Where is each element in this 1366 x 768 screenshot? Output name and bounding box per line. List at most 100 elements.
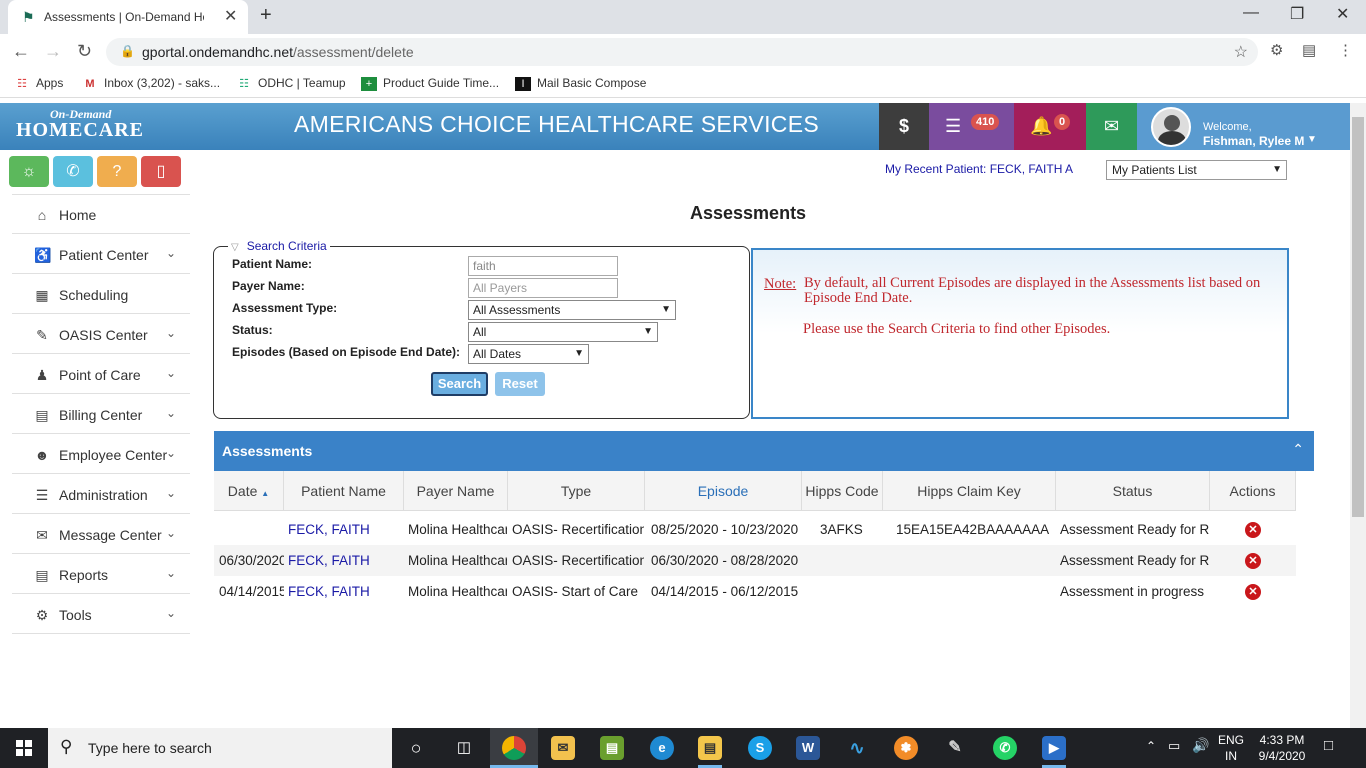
phone-icon[interactable]: ✆ <box>53 156 93 187</box>
page-scrollbar[interactable] <box>1350 103 1366 728</box>
search-criteria-legend[interactable]: ▽ Search Criteria <box>228 239 330 253</box>
company-logo[interactable]: On-Demand HOMECARE <box>8 105 168 147</box>
word-icon[interactable]: W <box>796 736 820 760</box>
clock[interactable]: 4:33 PM 9/4/2020 <box>1252 732 1312 764</box>
cell-type: OASIS- Recertification <box>512 522 644 537</box>
column-header-patient-name[interactable]: Patient Name <box>284 471 404 511</box>
asterisk-app-icon[interactable]: ✽ <box>894 736 918 760</box>
sidebar-item-reports[interactable]: ▤ Reports ⌄ <box>12 554 190 594</box>
sidebar-item-message-center[interactable]: ✉ Message Center ⌄ <box>12 514 190 554</box>
whatsapp-icon[interactable]: ✆ <box>993 736 1017 760</box>
reset-button[interactable]: Reset <box>495 372 545 396</box>
gmail-icon: M <box>85 77 95 90</box>
assessment-type-select[interactable]: All Assessments ▼ <box>468 300 676 320</box>
bookmark-teamup[interactable]: ☷ ODHC | Teamup <box>236 76 346 91</box>
taskbar-search[interactable]: ⚲ Type here to search <box>48 728 392 768</box>
close-tab-icon[interactable]: ✕ <box>224 6 237 26</box>
column-header-status[interactable]: Status <box>1056 471 1210 511</box>
apps-grid-icon: ☷ <box>17 77 27 90</box>
browser-tab[interactable]: ⚑ Assessments | On-Demand Home ✕ <box>8 0 248 34</box>
patient-name-input[interactable]: faith <box>468 256 618 276</box>
cell-patient-link[interactable]: FECK, FAITH <box>288 545 403 576</box>
battery-icon[interactable]: ▭ <box>1168 738 1180 754</box>
column-header-episode[interactable]: Episode <box>645 471 802 511</box>
avatar <box>1151 107 1191 147</box>
users-icon: ☻ <box>34 447 50 463</box>
extensions-icon[interactable]: ⚙ <box>1270 41 1283 59</box>
sidebar-item-patient-center[interactable]: ♿ Patient Center ⌄ <box>12 234 190 274</box>
notification-center-icon[interactable]: □ <box>1324 737 1333 754</box>
language-indicator[interactable]: ENG IN <box>1218 732 1244 764</box>
paint-icon[interactable]: ✎ <box>943 736 967 760</box>
bookmark-apps[interactable]: ☷ Apps <box>14 76 63 91</box>
chevron-up-icon[interactable]: ⌃ <box>1292 441 1304 458</box>
edge-icon[interactable]: e <box>650 736 674 760</box>
skype-icon[interactable]: S <box>748 736 772 760</box>
file-explorer-sticky-icon[interactable]: ✉ <box>551 736 575 760</box>
column-header-date[interactable]: Date ▲ <box>214 471 284 511</box>
edit-icon: ✎ <box>36 327 48 343</box>
scrollbar-thumb[interactable] <box>1352 117 1364 517</box>
document-icon: ▤ <box>35 567 49 583</box>
close-window-icon[interactable]: ✕ <box>1336 4 1349 24</box>
task-view-icon[interactable]: ◫ <box>452 736 476 760</box>
user-menu[interactable]: Welcome, Fishman, Rylee M ▼ <box>1137 103 1350 150</box>
sidebar-item-oasis-center[interactable]: ✎ OASIS Center ⌄ <box>12 314 190 354</box>
episodes-select[interactable]: All Dates ▼ <box>468 344 589 364</box>
folder-icon[interactable]: ▤ <box>698 736 722 760</box>
cell-status: Assessment Ready for Review <box>1060 522 1209 537</box>
sidebar-item-point-of-care[interactable]: ♟ Point of Care ⌄ <box>12 354 190 394</box>
reading-list-icon[interactable]: ▤ <box>1302 41 1316 59</box>
bookmark-mail-basic[interactable]: I Mail Basic Compose <box>515 76 646 91</box>
video-app-icon[interactable]: ▶ <box>1042 736 1066 760</box>
column-header-hipps-claim-key[interactable]: Hipps Claim Key <box>883 471 1056 511</box>
restore-icon[interactable]: ❐ <box>1290 4 1304 24</box>
status-select[interactable]: All ▼ <box>468 322 658 342</box>
recent-patient-link[interactable]: My Recent Patient: FECK, FAITH A <box>885 162 1073 176</box>
volume-icon[interactable]: 🔊 <box>1192 737 1209 754</box>
chart-app-icon[interactable]: ∿ <box>845 736 869 760</box>
chrome-taskbar-item[interactable] <box>490 728 538 768</box>
cortana-icon[interactable]: ○ <box>404 736 428 760</box>
bookmark-inbox[interactable]: M Inbox (3,202) - saks... <box>82 76 220 91</box>
delete-icon[interactable]: ✕ <box>1245 522 1261 538</box>
chevron-down-icon: ⌄ <box>166 606 177 620</box>
column-header-type[interactable]: Type <box>508 471 645 511</box>
sidebar-item-tools[interactable]: ⚙ Tools ⌄ <box>12 594 190 634</box>
column-header-hipps-code[interactable]: Hipps Code <box>802 471 883 511</box>
sidebar-item-administration[interactable]: ☰ Administration ⌄ <box>12 474 190 514</box>
tasks-button[interactable]: ☰ 410 <box>929 103 1014 150</box>
welcome-label: Welcome, <box>1203 121 1252 133</box>
patients-list-select[interactable]: My Patients List ▼ <box>1106 160 1287 180</box>
delete-icon[interactable]: ✕ <box>1245 553 1261 569</box>
url-path: /assessment/delete <box>293 44 414 60</box>
billing-button[interactable]: $ <box>879 103 929 150</box>
notifications-button[interactable]: 🔔 0 <box>1014 103 1086 150</box>
help-icon[interactable]: ? <box>97 156 137 187</box>
delete-icon[interactable]: ✕ <box>1245 584 1261 600</box>
messages-button[interactable]: ✉ <box>1086 103 1137 150</box>
mobile-icon[interactable]: ▯ <box>141 156 181 187</box>
sidebar-item-scheduling[interactable]: ▦ Scheduling <box>12 274 190 314</box>
address-bar[interactable]: 🔒 gportal.ondemandhc.net/assessment/dele… <box>106 38 1258 66</box>
search-button[interactable]: Search <box>431 372 488 396</box>
column-header-payer-name[interactable]: Payer Name <box>404 471 508 511</box>
chrome-menu-icon[interactable]: ⋮ <box>1338 41 1353 59</box>
sidebar-item-employee-center[interactable]: ☻ Employee Center ⌄ <box>12 434 190 474</box>
cell-patient-link[interactable]: FECK, FAITH <box>288 576 403 607</box>
cell-patient-link[interactable]: FECK, FAITH <box>288 514 403 545</box>
bookmark-product-guide[interactable]: + Product Guide Time... <box>361 76 499 91</box>
sidebar-item-billing-center[interactable]: ▤ Billing Center ⌄ <box>12 394 190 434</box>
bookmark-star-icon[interactable]: ☆ <box>1234 42 1248 62</box>
spreadsheet-app-icon[interactable]: ▤ <box>600 736 624 760</box>
start-button[interactable] <box>0 728 48 768</box>
new-tab-icon[interactable]: + <box>260 4 272 27</box>
lightbulb-icon[interactable]: ☼ <box>9 156 49 187</box>
reload-icon[interactable]: ↻ <box>77 41 92 62</box>
sidebar-item-home[interactable]: ⌂ Home <box>12 194 190 234</box>
minimize-icon[interactable]: — <box>1243 4 1259 22</box>
forward-icon[interactable]: → <box>44 41 62 62</box>
payer-name-input[interactable]: All Payers <box>468 278 618 298</box>
back-icon[interactable]: ← <box>12 41 30 62</box>
tray-chevron-up-icon[interactable]: ⌃ <box>1146 739 1156 753</box>
